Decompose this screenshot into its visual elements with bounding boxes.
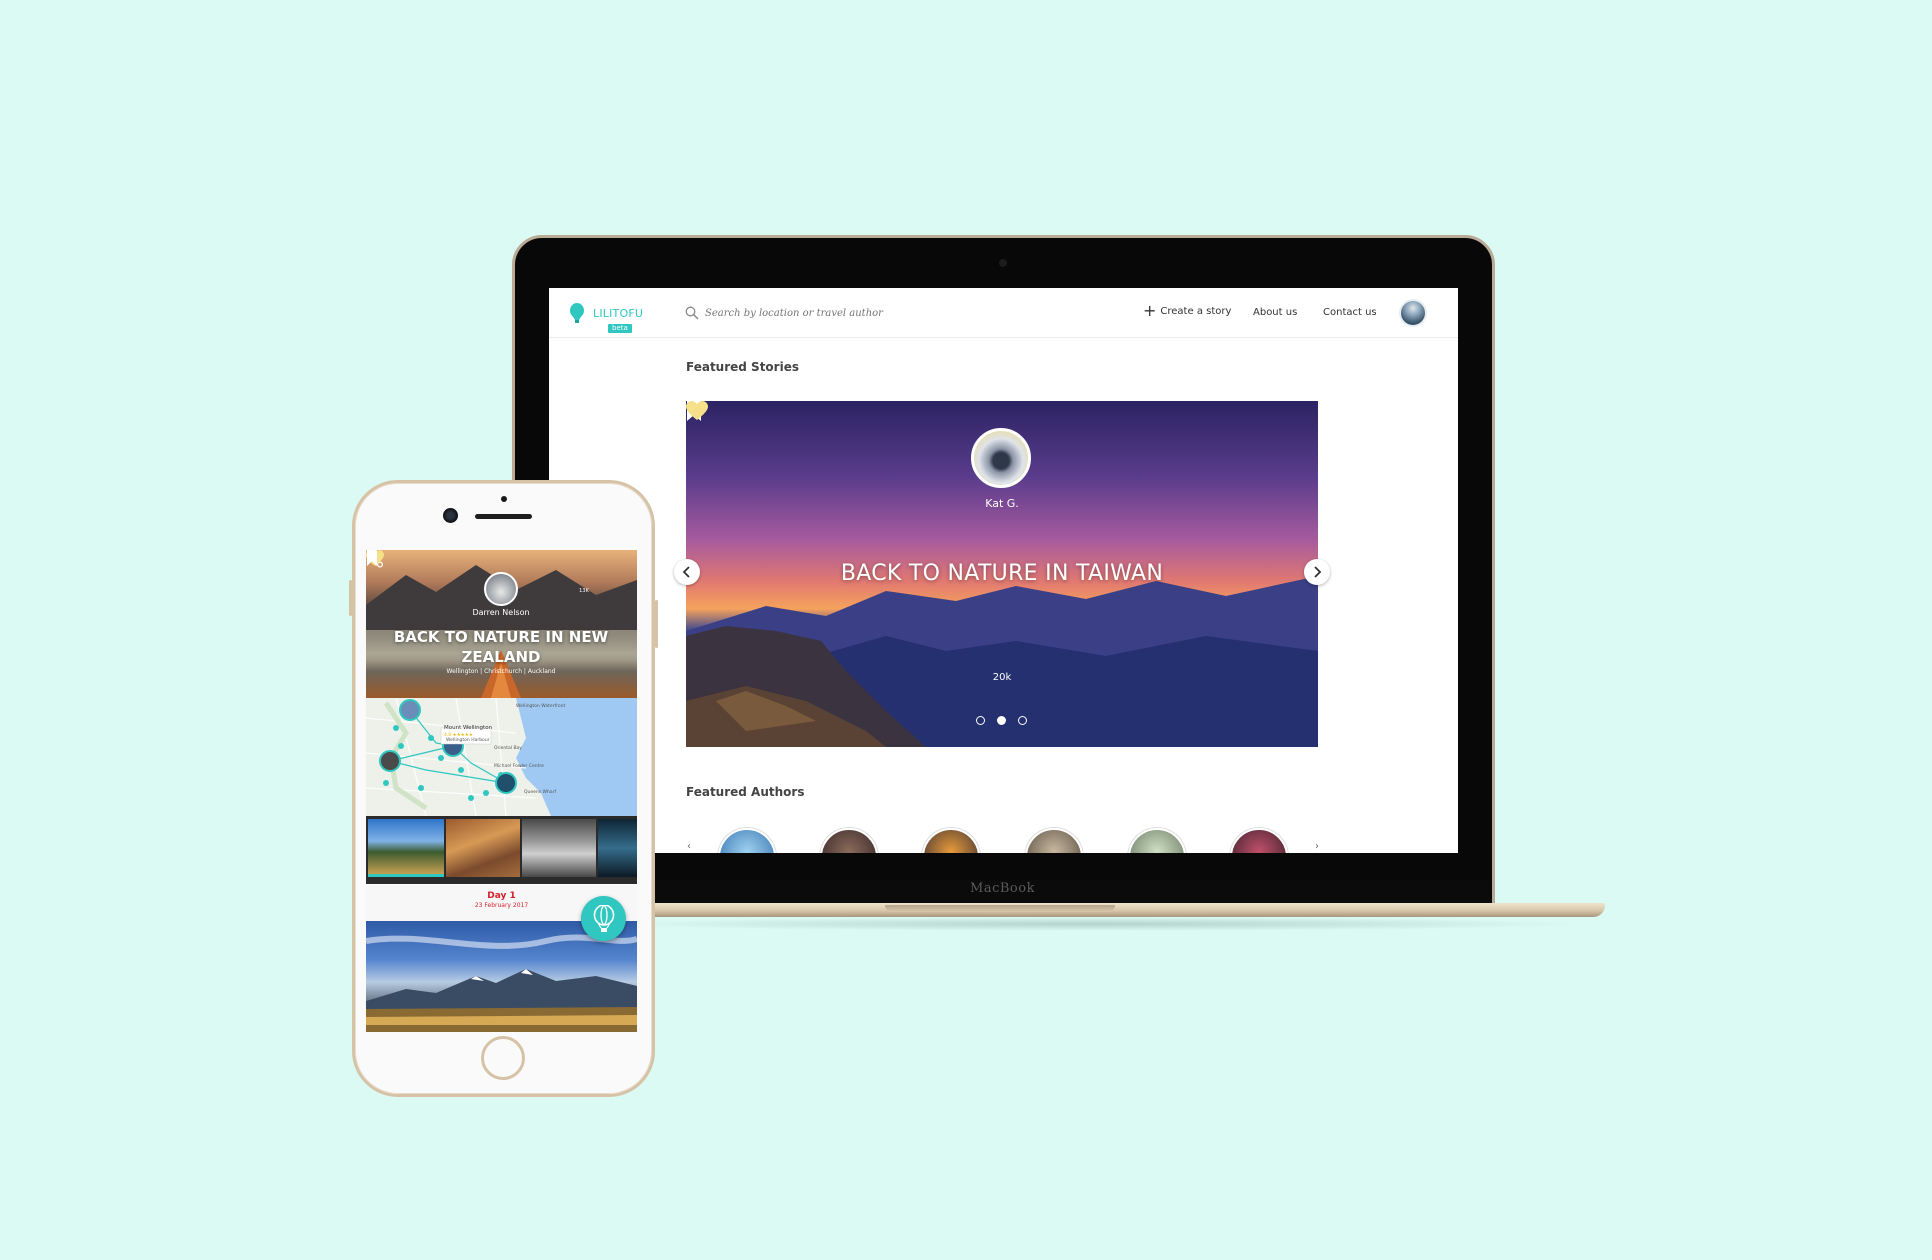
story-title: BACK TO NATURE IN NEW ZEALAND xyxy=(393,628,609,666)
story-route: Wellington | Christchurch | Auckland xyxy=(446,668,556,675)
map-background xyxy=(366,698,637,816)
phone-screen: Darren Nelson 13K BACK TO NATURE IN NEW … xyxy=(366,550,637,1032)
map-label: Wellington Waterfront xyxy=(516,704,566,709)
laptop-camera xyxy=(999,259,1007,267)
likes-count: 20k xyxy=(992,672,1012,683)
phone-home-button[interactable] xyxy=(481,1036,525,1080)
authors-next-icon[interactable]: › xyxy=(1315,841,1319,852)
featured-author-avatar[interactable] xyxy=(922,828,980,853)
create-story-fab[interactable] xyxy=(581,896,626,941)
carousel-dot-1[interactable] xyxy=(976,716,985,725)
featured-story-card[interactable]: Kat G. BACK TO NATURE IN TAIWAN 20k xyxy=(686,401,1318,747)
create-story-label: Create a story xyxy=(1160,305,1232,317)
balloon-logo-icon[interactable] xyxy=(569,303,585,325)
featured-author-avatar[interactable] xyxy=(1025,828,1083,853)
carousel-next-button[interactable] xyxy=(1304,559,1330,585)
featured-author-avatar[interactable] xyxy=(820,828,878,853)
phone-camera xyxy=(443,508,458,523)
likes-count: 13K xyxy=(579,588,589,594)
featured-stories-heading: Featured Stories xyxy=(686,360,799,374)
nav-about-link[interactable]: About us xyxy=(1253,307,1297,318)
heart-icon[interactable] xyxy=(686,401,708,421)
laptop-notch xyxy=(885,905,1115,912)
plus-icon: + xyxy=(1143,301,1157,320)
macbook-label: MacBook xyxy=(970,881,1035,896)
featured-author-avatar[interactable] xyxy=(1230,828,1288,853)
photo-thumbnail[interactable] xyxy=(598,819,637,877)
story-header: Darren Nelson 13K BACK TO NATURE IN NEW … xyxy=(366,550,637,698)
map-label: Michael Fowler Centre xyxy=(494,764,544,769)
laptop-shadow xyxy=(600,917,1590,931)
search-input[interactable] xyxy=(705,303,985,323)
phone-power-button xyxy=(655,600,658,648)
carousel-prev-button[interactable] xyxy=(674,559,700,585)
create-story-button[interactable]: + Create a story xyxy=(1143,301,1232,320)
balloon-icon xyxy=(593,904,614,932)
authors-prev-icon[interactable]: ‹ xyxy=(687,841,691,852)
beta-badge: beta xyxy=(608,324,632,333)
bookmark-icon[interactable] xyxy=(366,550,378,566)
nav-contact-link[interactable]: Contact us xyxy=(1323,307,1377,318)
user-avatar[interactable] xyxy=(1399,299,1427,327)
featured-author-avatar[interactable] xyxy=(718,828,776,853)
map-label: Wellington Harbour xyxy=(446,738,490,743)
chevron-right-icon xyxy=(1314,566,1322,578)
photo-thumbnail[interactable] xyxy=(522,819,596,877)
story-author-name[interactable]: Kat G. xyxy=(902,497,1102,510)
phone-speaker xyxy=(475,514,532,519)
featured-author-avatar[interactable] xyxy=(1128,828,1186,853)
laptop-screen: LILITOFU beta + Create a story About us … xyxy=(549,288,1458,853)
search-icon xyxy=(685,306,699,320)
photo-strip xyxy=(366,816,637,884)
carousel-dot-2-active[interactable] xyxy=(997,716,1006,725)
map-place-name[interactable]: Mount Wellington xyxy=(444,725,492,731)
carousel-dot-3[interactable] xyxy=(1018,716,1027,725)
story-title[interactable]: BACK TO NATURE IN TAIWAN xyxy=(702,561,1302,586)
phone-volume-button xyxy=(349,580,352,616)
logo-text[interactable]: LILITOFU xyxy=(593,307,643,320)
story-author-name[interactable]: Darren Nelson xyxy=(436,608,566,617)
chevron-left-icon xyxy=(682,566,690,578)
site-header: LILITOFU beta + Create a story About us … xyxy=(549,288,1458,338)
photo-thumbnail[interactable] xyxy=(446,819,520,877)
map-label: Oriental Bay xyxy=(494,746,522,751)
story-author-avatar[interactable] xyxy=(484,572,518,606)
featured-authors-heading: Featured Authors xyxy=(686,785,805,799)
map-label: Queens Wharf xyxy=(524,790,557,795)
phone-sensor xyxy=(501,496,507,502)
photo-thumbnail-selected[interactable] xyxy=(368,819,444,877)
route-map[interactable]: Mount Wellington 4.8 ★★★★★ Wellington Wa… xyxy=(366,698,637,816)
story-author-avatar[interactable] xyxy=(971,428,1031,488)
